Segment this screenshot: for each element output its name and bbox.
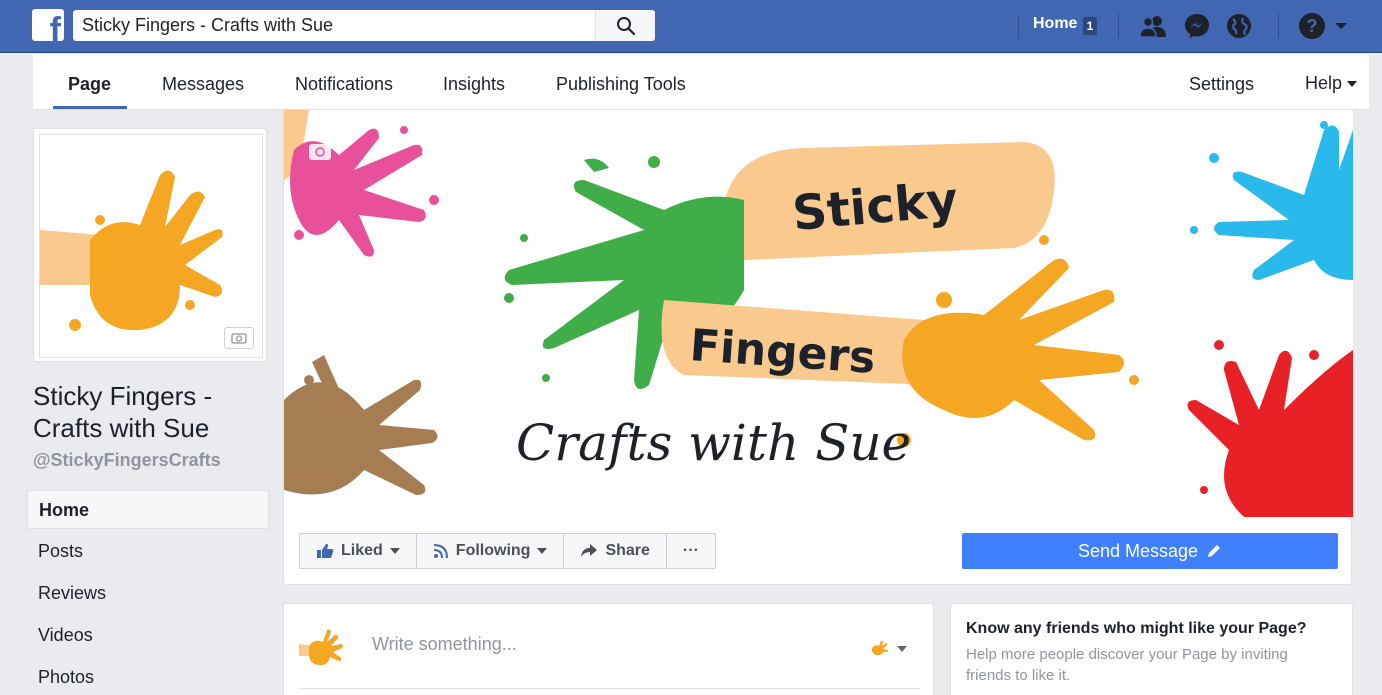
page-action-bar: Liked Following Share ··· bbox=[299, 533, 716, 569]
tab-insights[interactable]: Insights bbox=[443, 74, 505, 95]
home-badge: 1 bbox=[1083, 17, 1097, 35]
chevron-down-icon[interactable] bbox=[897, 646, 907, 652]
tab-help[interactable]: Help bbox=[1305, 73, 1358, 94]
sidebar-item-reviews[interactable]: Reviews bbox=[27, 574, 269, 616]
chevron-down-icon bbox=[537, 548, 548, 554]
cover-artwork: Sticky Fingers Crafts with Sue bbox=[284, 110, 1353, 517]
tab-messages[interactable]: Messages bbox=[162, 74, 244, 95]
search-box bbox=[73, 10, 655, 41]
share-button[interactable]: Share bbox=[564, 534, 667, 568]
thumbs-up-icon bbox=[317, 543, 334, 558]
more-dots-icon: ··· bbox=[682, 542, 699, 559]
liked-label: Liked bbox=[341, 542, 383, 559]
pencil-icon bbox=[1208, 545, 1221, 557]
divider bbox=[1018, 14, 1019, 38]
chevron-down-icon bbox=[1347, 81, 1358, 88]
rss-icon bbox=[433, 544, 448, 559]
share-arrow-icon bbox=[581, 544, 598, 557]
page-title: Sticky Fingers - Crafts with Sue bbox=[33, 381, 213, 443]
post-composer: Write something... bbox=[283, 603, 934, 695]
help-icon[interactable]: ? bbox=[1297, 12, 1327, 40]
page-avatar-hand-icon bbox=[299, 629, 343, 666]
search-icon bbox=[616, 16, 635, 35]
divider bbox=[1118, 14, 1119, 38]
cover-subtitle: Crafts with Sue bbox=[516, 414, 911, 472]
globe-icon[interactable] bbox=[1224, 12, 1254, 40]
divider bbox=[1278, 14, 1279, 38]
search-button[interactable] bbox=[595, 10, 655, 41]
chevron-down-icon bbox=[389, 548, 400, 554]
top-bar: f Home 1 ? bbox=[0, 0, 1382, 53]
profile-picture[interactable] bbox=[33, 128, 267, 362]
dropdown-caret-icon[interactable] bbox=[1332, 12, 1350, 40]
post-as-hand-icon[interactable] bbox=[869, 640, 889, 656]
tab-settings[interactable]: Settings bbox=[1189, 74, 1254, 95]
sidebar-item-videos[interactable]: Videos bbox=[27, 616, 269, 658]
active-tab-indicator bbox=[53, 106, 127, 109]
sidebar-item-posts[interactable]: Posts bbox=[27, 532, 269, 574]
search-input[interactable] bbox=[73, 10, 595, 41]
help-label: Help bbox=[1305, 73, 1343, 93]
camera-icon[interactable] bbox=[309, 144, 331, 160]
friends-icon[interactable] bbox=[1138, 12, 1168, 40]
svg-text:?: ? bbox=[1307, 16, 1318, 36]
composer-input[interactable]: Write something... bbox=[372, 634, 517, 655]
sidebar-item-photos[interactable]: Photos bbox=[27, 658, 269, 695]
messenger-icon[interactable] bbox=[1182, 12, 1212, 40]
cover-photo[interactable]: Sticky Fingers Crafts with Sue bbox=[284, 110, 1353, 517]
profile-image bbox=[39, 134, 263, 358]
sidebar-item-home[interactable]: Home bbox=[27, 490, 269, 529]
more-options-button[interactable]: ··· bbox=[667, 534, 715, 568]
home-link[interactable]: Home bbox=[1033, 15, 1077, 33]
liked-button[interactable]: Liked bbox=[300, 534, 417, 568]
tab-publishing-tools[interactable]: Publishing Tools bbox=[556, 74, 686, 95]
invite-title: Know any friends who might like your Pag… bbox=[966, 620, 1307, 637]
share-label: Share bbox=[605, 542, 650, 559]
camera-icon[interactable] bbox=[224, 327, 254, 349]
tab-page[interactable]: Page bbox=[68, 74, 111, 95]
sidebar-nav: Home Posts Reviews Videos Photos bbox=[27, 490, 269, 695]
invite-friends-card: Know any friends who might like your Pag… bbox=[950, 603, 1353, 695]
invite-text: Help more people discover your Page by i… bbox=[966, 646, 1288, 684]
following-button[interactable]: Following bbox=[417, 534, 565, 568]
page-handle[interactable]: @StickyFingersCrafts bbox=[33, 450, 221, 471]
orange-hand-icon bbox=[40, 170, 223, 331]
send-message-label: Send Message bbox=[1077, 540, 1199, 561]
tab-notifications[interactable]: Notifications bbox=[295, 74, 393, 95]
send-message-button[interactable]: Send Message bbox=[962, 533, 1338, 569]
following-label: Following bbox=[455, 542, 531, 559]
page-nav: Page Messages Notifications Insights Pub… bbox=[33, 54, 1369, 110]
cover-card: Sticky Fingers Crafts with Sue Liked Fol… bbox=[283, 110, 1353, 585]
facebook-logo-icon[interactable]: f bbox=[32, 9, 64, 41]
composer-divider bbox=[299, 688, 920, 689]
